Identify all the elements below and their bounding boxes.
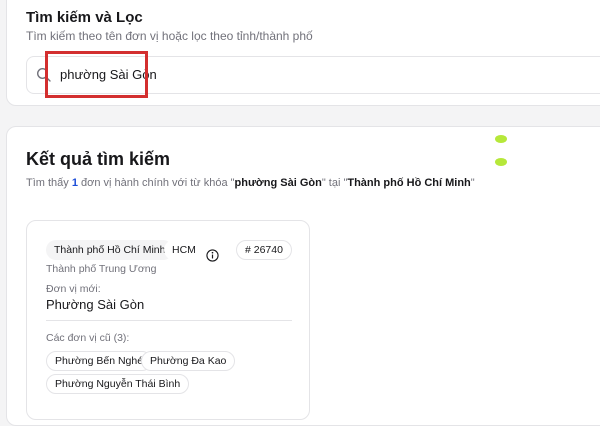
status-dot	[495, 158, 507, 166]
search-panel-subtitle: Tìm kiếm theo tên đơn vị hoặc lọc theo t…	[26, 29, 313, 43]
info-icon[interactable]	[206, 249, 219, 262]
old-unit-chip: Phường Bến Nghé	[46, 351, 153, 371]
search-panel-title: Tìm kiếm và Lọc	[26, 9, 143, 26]
old-unit-chip: Phường Nguyễn Thái Bình	[46, 374, 190, 394]
province-type: Thành phố Trung Ương	[46, 263, 157, 275]
search-input[interactable]: phường Sài Gòn	[26, 56, 600, 94]
unit-id-badge: # 26740	[236, 240, 292, 260]
results-summary: Tìm thấy 1 đơn vị hành chính với từ khóa…	[26, 177, 475, 189]
result-keyword: phường Sài Gòn	[234, 177, 322, 189]
search-icon	[36, 67, 51, 82]
old-unit-chip: Phường Đa Kao	[141, 351, 236, 371]
search-input-value: phường Sài Gòn	[60, 67, 157, 82]
result-card[interactable]: Thành phố Hồ Chí Minh HCM # 26740 Thành …	[26, 220, 310, 420]
old-units-label: Các đơn vị cũ (3):	[46, 332, 130, 344]
province-badge: Thành phố Hồ Chí Minh	[46, 240, 174, 260]
status-dot	[495, 135, 507, 143]
province-code-badge: HCM	[164, 240, 204, 260]
result-location: Thành phố Hồ Chí Minh	[347, 177, 471, 189]
results-title: Kết quả tìm kiếm	[26, 149, 171, 169]
new-unit-name: Phường Sài Gòn	[46, 297, 145, 312]
results-panel: Kết quả tìm kiếm Tìm thấy 1 đơn vị hành …	[6, 126, 600, 426]
new-unit-label: Đơn vị mới:	[46, 283, 101, 295]
search-filter-panel: Tìm kiếm và Lọc Tìm kiếm theo tên đơn vị…	[6, 0, 600, 106]
divider	[46, 320, 292, 321]
